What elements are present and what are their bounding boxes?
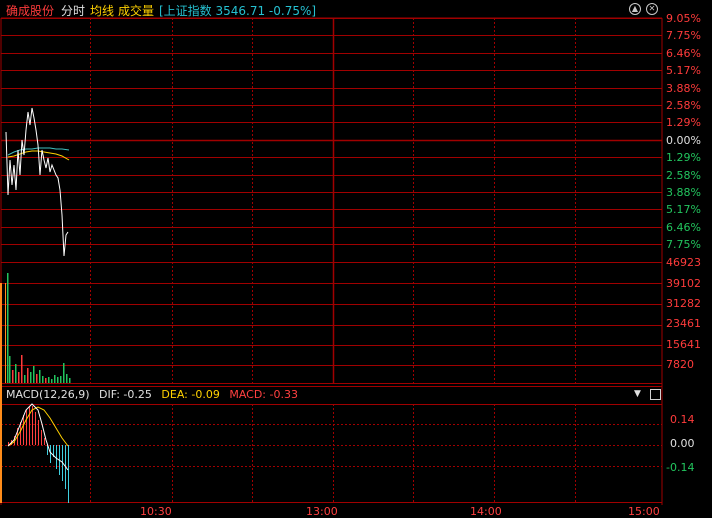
price-axis-label: 3.88% <box>666 186 701 199</box>
macd-dif: DIF: -0.25 <box>99 388 152 401</box>
volume-bar <box>18 372 20 383</box>
volume-bar <box>9 356 11 383</box>
price-axis-label: 5.17% <box>666 64 701 78</box>
macd-title[interactable]: MACD(12,26,9) <box>6 388 90 401</box>
volume-bar <box>51 379 53 383</box>
time-axis-label: 10:30 <box>140 505 172 518</box>
macd-settings-icon[interactable] <box>650 389 661 400</box>
volume-bar <box>60 376 62 383</box>
price-axis-label: 2.58% <box>666 168 701 182</box>
time-axis-label: 13:00 <box>306 505 338 518</box>
volume-axis-label: 39102 <box>666 277 701 290</box>
volume-bar <box>69 378 71 383</box>
volume-bar <box>39 370 41 383</box>
price-lines <box>5 107 70 257</box>
macd-dea: DEA: -0.09 <box>161 388 220 401</box>
volume-bar <box>54 375 56 383</box>
chart-canvas <box>0 17 663 505</box>
price-axis-label: 7.75% <box>666 29 701 43</box>
volume-bar <box>63 363 65 383</box>
volume-bar <box>27 368 29 383</box>
volume-bar <box>12 370 14 383</box>
volume-bar <box>7 273 9 383</box>
volume-bar <box>48 377 50 383</box>
volume-bar <box>45 378 47 383</box>
volume-axis-label: 31282 <box>666 297 701 310</box>
price-axis-label: 6.46% <box>666 46 701 60</box>
volume-axis-label: 15641 <box>666 338 701 351</box>
volume-bar-tall-left <box>5 283 6 383</box>
volume-axis-label: 7820 <box>666 358 694 371</box>
price-axis-label: 1.29% <box>666 116 701 130</box>
volume-axis-label: 23461 <box>666 317 701 330</box>
macd-axis-label: 0.00 <box>670 437 695 450</box>
volume-bar <box>66 374 68 383</box>
price-axis-label: 2.58% <box>666 99 701 112</box>
volume-bar <box>33 366 35 383</box>
price-axis-label: 5.17% <box>666 203 701 217</box>
volume-bar <box>24 375 26 383</box>
price-axis-label: 1.29% <box>666 151 701 165</box>
volume-bar <box>15 364 17 383</box>
volume-bar <box>36 374 38 383</box>
left-edge-bar <box>0 283 2 503</box>
price-axis-label: 6.46% <box>666 220 701 234</box>
price-axis-label: 0.00% <box>666 133 701 147</box>
volume-bar <box>30 372 32 383</box>
volume-bar <box>42 376 44 383</box>
chart-grid <box>0 17 663 505</box>
macd-axis-label: -0.14 <box>666 461 695 474</box>
time-axis-label: 15:00 <box>628 505 660 518</box>
macd-histogram <box>8 406 69 503</box>
macd-legend: MACD(12,26,9) DIF: -0.25 DEA: -0.09 MACD… <box>6 388 304 402</box>
time-axis-label: 14:00 <box>470 505 502 518</box>
volume-bar <box>21 355 23 383</box>
price-line <box>5 107 69 257</box>
macd-value: MACD: -0.33 <box>229 388 298 401</box>
volume-bar <box>57 377 59 383</box>
volume-axis-label: 46923 <box>666 256 701 269</box>
macd-axis-label: 0.14 <box>670 413 695 426</box>
price-axis-label: 3.88% <box>666 81 701 95</box>
dropdown-icon[interactable]: ▼ <box>634 389 641 399</box>
price-axis-label: 9.05% <box>666 12 701 25</box>
price-axis-label: 7.75% <box>666 238 701 252</box>
